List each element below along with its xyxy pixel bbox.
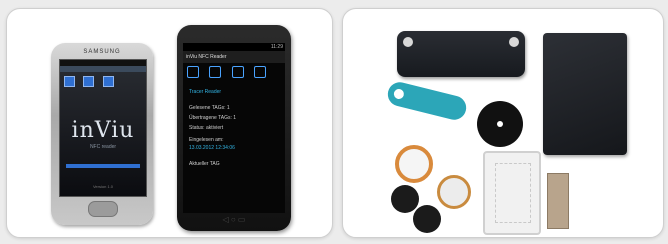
nexus-phone: 11:29 inViu NFC Reader Tracer Reader Gel…: [177, 25, 291, 231]
action-icon: [187, 66, 199, 78]
samsung-brand: SAMSUNG: [83, 49, 121, 55]
nexus-appbar: inViu NFC Reader: [183, 51, 285, 63]
nexus-line: 13.03.2012 12:34:06: [189, 145, 235, 151]
nfc-tags-panel: [342, 8, 664, 238]
samsung-titlebar: [60, 66, 146, 72]
key-fob-image: [385, 79, 469, 123]
action-icon: [209, 66, 222, 78]
nexus-actions: [187, 65, 281, 79]
app-icon: [102, 76, 114, 87]
samsung-toolbar: [64, 74, 142, 87]
nexus-line: Aktueller TAG: [189, 161, 220, 167]
nexus-navbar: ◁ ○ ▭: [222, 215, 246, 224]
clear-card-image: [483, 151, 541, 235]
small-tag-image: [547, 173, 569, 229]
button-tag-image: [413, 205, 441, 233]
nexus-line: Status: aktiviert: [189, 125, 224, 131]
card-tag-image: [543, 33, 627, 155]
nexus-line: Eingelesen am:: [189, 137, 224, 143]
progress-bar: [66, 164, 140, 168]
inviu-logo: inViu: [71, 118, 135, 143]
samsung-phone: SAMSUNG inViu NFC reader Version 1.0: [51, 43, 153, 225]
app-icon: [83, 76, 95, 87]
nexus-statusbar: 11:29: [183, 43, 285, 51]
large-tag-image: [397, 31, 525, 77]
samsung-screen: inViu NFC reader Version 1.0: [59, 59, 147, 197]
nexus-section-title: Tracer Reader: [189, 89, 222, 95]
nexus-screen: 11:29 inViu NFC Reader Tracer Reader Gel…: [183, 43, 285, 213]
action-icon: [254, 66, 267, 78]
phones-panel: SAMSUNG inViu NFC reader Version 1.0 11:…: [6, 8, 333, 238]
action-icon: [231, 66, 244, 78]
samsung-footer: Version 1.0: [92, 184, 113, 189]
disc-tag-image: [477, 101, 523, 147]
app-icon: [64, 76, 75, 87]
logo-subtitle: NFC reader: [89, 144, 117, 150]
coil-tag-image: [395, 145, 433, 183]
button-tag-image: [391, 185, 419, 213]
home-button: [88, 201, 118, 217]
sticker-tag-image: [437, 175, 471, 209]
nexus-line: Gelesene TAGs: 1: [189, 105, 230, 111]
nexus-line: Übertragene TAGs: 1: [189, 115, 237, 121]
